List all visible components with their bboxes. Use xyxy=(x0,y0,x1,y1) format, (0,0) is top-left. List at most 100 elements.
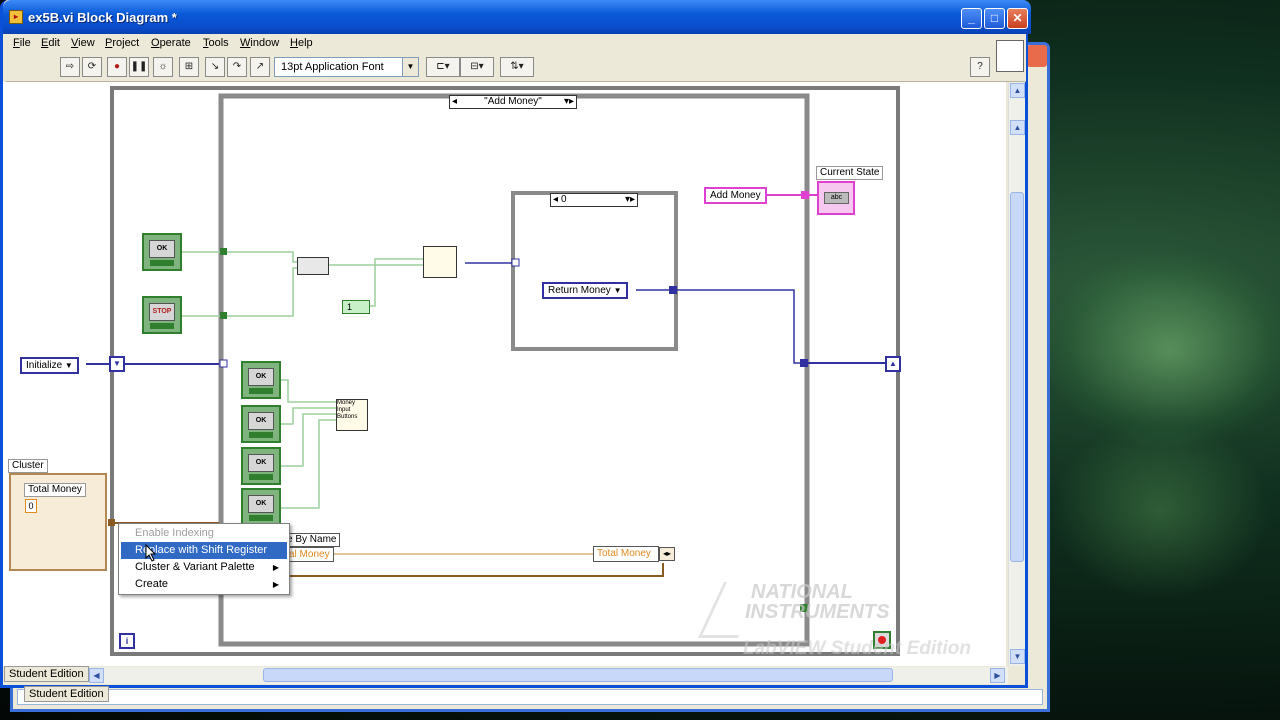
menu-file[interactable]: File xyxy=(13,37,31,49)
horizontal-scroll-thumb[interactable] xyxy=(263,668,893,682)
close-button[interactable]: ✕ xyxy=(1007,8,1028,29)
numeric-constant[interactable]: 1 xyxy=(342,300,370,314)
student-edition-label-back: Student Edition xyxy=(24,686,109,702)
build-array-node[interactable] xyxy=(297,257,329,275)
align-objects-icon[interactable]: ⊏▾ xyxy=(426,57,460,77)
case-next-arrow-icon[interactable]: ▾▸ xyxy=(564,96,574,108)
context-help-icon[interactable]: ? xyxy=(970,57,990,77)
vertical-scrollbar[interactable]: ▲ ▲ ▼ xyxy=(1008,82,1025,666)
menu-bar: File Edit View Project Operate Tools Win… xyxy=(6,34,1026,54)
case-prev-arrow-icon[interactable]: ◂ xyxy=(452,96,457,108)
total-money-label: Total Money xyxy=(24,483,86,497)
chevron-down-icon: ▼ xyxy=(402,58,418,76)
menu-project[interactable]: Project xyxy=(105,37,139,49)
money-input-buttons-text: Money Input Buttons xyxy=(337,400,358,420)
vertical-scroll-thumb[interactable] xyxy=(1010,192,1024,562)
add-money-string-constant[interactable]: Add Money xyxy=(704,187,767,204)
inner-case-prev-arrow-icon[interactable]: ◂ xyxy=(553,194,558,206)
horizontal-scrollbar[interactable]: ◀ ▶ xyxy=(88,667,1008,684)
cluster-label: Cluster xyxy=(8,459,48,473)
step-over-icon[interactable]: ↷ xyxy=(227,57,247,77)
background-close-button[interactable] xyxy=(1027,45,1047,67)
scroll-up-arrow-icon[interactable]: ▲ xyxy=(1010,83,1025,98)
menu-view[interactable]: View xyxy=(71,37,95,49)
run-arrow-icon[interactable]: ⇨ xyxy=(60,57,80,77)
reorder-icon[interactable]: ⇅▾ xyxy=(500,57,534,77)
ni-logo-line2: INSTRUMENTS xyxy=(745,601,890,623)
money-input-buttons-node[interactable]: Money Input Buttons xyxy=(336,399,368,431)
current-state-indicator[interactable]: abc xyxy=(817,181,855,215)
menu-help[interactable]: Help xyxy=(290,37,313,49)
menu-item-enable-indexing: Enable Indexing xyxy=(135,527,214,539)
select-node[interactable] xyxy=(423,246,457,278)
retain-wire-values-icon[interactable]: ⊞ xyxy=(179,57,199,77)
money-button-face-4: OK xyxy=(248,495,274,513)
unbundle-by-name-label: e By Name xyxy=(283,533,341,547)
abort-icon[interactable]: ● xyxy=(107,57,127,77)
inner-case-next-arrow-icon[interactable]: ▾▸ xyxy=(625,194,635,206)
case-selector-inner[interactable]: ◂ 0 ▾▸ xyxy=(550,193,638,207)
current-state-label: Current State xyxy=(816,166,884,180)
add-money-string-label: Add Money xyxy=(710,190,761,201)
total-money-numeric[interactable]: 0 xyxy=(25,499,37,513)
step-into-icon[interactable]: ↘ xyxy=(205,57,225,77)
shift-register-right[interactable]: ▲ xyxy=(885,356,901,372)
cluster-control[interactable]: Total Money 0 xyxy=(9,473,107,571)
return-money-enum-constant[interactable]: Return Money ▼ xyxy=(542,282,628,299)
pause-icon[interactable]: ❚❚ xyxy=(129,57,149,77)
money-button-face-2: OK xyxy=(248,412,274,430)
chevron-down-icon: ▼ xyxy=(613,286,622,295)
font-selector[interactable]: 13pt Application Font ▼ xyxy=(274,57,419,77)
stop-button-terminal[interactable]: STOP xyxy=(142,296,182,334)
context-menu: Enable Indexing Replace with Shift Regis… xyxy=(118,523,290,595)
shift-register-left[interactable]: ▼ xyxy=(109,356,125,372)
title-bar[interactable]: ▸ ex5B.vi Block Diagram * _ □ ✕ xyxy=(3,0,1031,34)
money-button-face-1: OK xyxy=(248,368,274,386)
scroll-right-arrow-icon[interactable]: ▶ xyxy=(990,668,1005,683)
highlight-execution-icon[interactable]: ☼ xyxy=(153,57,173,77)
student-edition-label: Student Edition xyxy=(4,666,89,682)
minimize-button[interactable]: _ xyxy=(961,8,982,29)
submenu-arrow-icon: ▶ xyxy=(272,580,279,589)
return-money-enum-label: Return Money xyxy=(548,285,611,296)
initialize-enum-constant[interactable]: Initialize ▼ xyxy=(20,357,79,374)
menu-window[interactable]: Window xyxy=(240,37,279,49)
menu-item-create[interactable]: Create ▶ xyxy=(121,576,287,593)
case-selector-label: "Add Money" xyxy=(484,96,542,107)
money-button-terminal-1[interactable]: OK xyxy=(241,361,281,399)
submenu-arrow-icon: ▶ xyxy=(272,563,279,572)
menu-tools[interactable]: Tools xyxy=(203,37,229,49)
case-selector-add-money[interactable]: ◂ "Add Money" ▾▸ xyxy=(449,95,577,109)
bundle-node-icon[interactable]: ◂▸ xyxy=(659,547,675,561)
vi-icon: ▸ xyxy=(9,10,23,24)
mouse-cursor-icon xyxy=(145,544,157,562)
ok-button-face: OK xyxy=(149,240,175,258)
font-selector-value: 13pt Application Font xyxy=(281,61,384,73)
step-out-icon[interactable]: ↗ xyxy=(250,57,270,77)
menu-edit[interactable]: Edit xyxy=(41,37,60,49)
vi-connector-icon[interactable] xyxy=(996,40,1024,72)
scroll-left-arrow-icon[interactable]: ◀ xyxy=(89,668,104,683)
background-scrollbar[interactable] xyxy=(17,689,1043,705)
money-button-terminal-4[interactable]: OK xyxy=(241,488,281,526)
menu-operate[interactable]: Operate xyxy=(151,37,191,49)
desktop-glow-lower xyxy=(1050,420,1270,600)
inner-case-selector-label: 0 xyxy=(561,194,567,205)
unbundle-total-money-item[interactable]: al Money xyxy=(286,547,334,562)
labview-student-edition-watermark: LabVIEW Student Edition xyxy=(743,638,971,659)
scroll-split-icon[interactable]: ▲ xyxy=(1010,120,1025,135)
distribute-objects-icon[interactable]: ⊟▾ xyxy=(460,57,494,77)
iteration-terminal[interactable]: i xyxy=(119,633,135,649)
window-title: ex5B.vi Block Diagram * xyxy=(28,10,177,25)
menu-item-cluster-label: Cluster & Variant Palette xyxy=(135,561,255,573)
menu-item-create-label: Create xyxy=(135,578,169,590)
money-button-terminal-2[interactable]: OK xyxy=(241,405,281,443)
maximize-button[interactable]: □ xyxy=(984,8,1005,29)
run-continuously-icon[interactable]: ⟳ xyxy=(82,57,102,77)
bundle-total-money-item[interactable]: Total Money xyxy=(593,546,659,562)
toolbar: ⇨ ⟳ ● ❚❚ ☼ ⊞ ↘ ↷ ↗ 13pt Application Font… xyxy=(6,54,1026,82)
ok-button-terminal[interactable]: OK xyxy=(142,233,182,271)
scroll-down-arrow-icon[interactable]: ▼ xyxy=(1010,649,1025,664)
money-button-terminal-3[interactable]: OK xyxy=(241,447,281,485)
money-button-face-3: OK xyxy=(248,454,274,472)
